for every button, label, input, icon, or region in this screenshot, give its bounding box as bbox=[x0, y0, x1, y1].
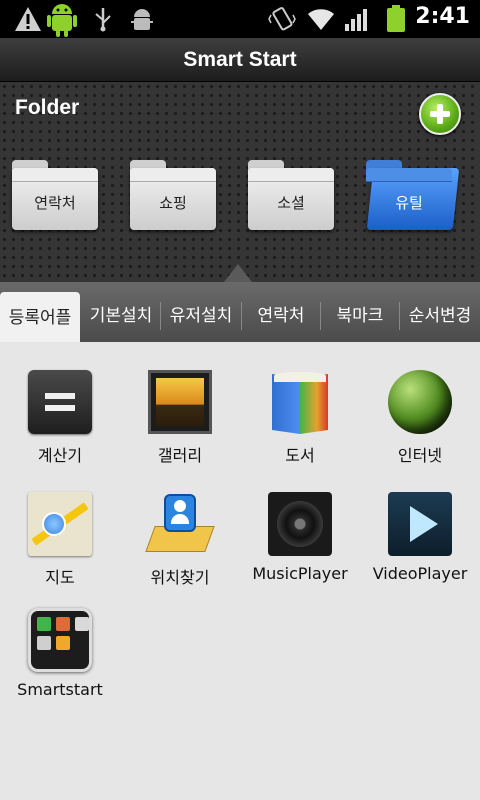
folder-shopping[interactable]: 쇼핑 bbox=[130, 160, 216, 230]
app-calculator[interactable]: 계산기 bbox=[0, 370, 120, 466]
calculator-icon bbox=[28, 370, 92, 434]
app-label: 도서 bbox=[285, 446, 315, 465]
vibrate-icon bbox=[268, 7, 296, 31]
globe-icon bbox=[388, 370, 452, 434]
wifi-icon bbox=[308, 9, 334, 31]
android-debug-icon bbox=[131, 9, 153, 30]
app-label: 인터넷 bbox=[397, 446, 443, 465]
clock: 2:41 bbox=[415, 4, 470, 29]
app-label: 지도 bbox=[45, 568, 75, 587]
app-books[interactable]: 도서 bbox=[240, 370, 360, 466]
smartstart-icon bbox=[28, 608, 92, 672]
app-music-player[interactable]: MusicPlayer bbox=[240, 492, 360, 583]
music-player-icon bbox=[268, 492, 332, 556]
folder-utilities[interactable]: 유틸 bbox=[366, 160, 460, 230]
app-label: VideoPlayer bbox=[372, 564, 468, 583]
app-label: 위치찾기 bbox=[150, 568, 210, 587]
folder-label: 소셜 bbox=[277, 194, 305, 212]
signal-icon bbox=[345, 9, 367, 31]
app-title: Smart Start bbox=[0, 38, 480, 82]
tab-reorder[interactable]: 순서변경 bbox=[400, 290, 480, 342]
tab-preinstalled[interactable]: 기본설치 bbox=[82, 290, 160, 342]
folder-social[interactable]: 소셜 bbox=[248, 160, 334, 230]
gallery-icon bbox=[148, 370, 212, 434]
add-folder-button[interactable] bbox=[419, 93, 461, 135]
folder-panel: Folder 연락처 쇼핑 소셜 유틸 bbox=[0, 82, 480, 282]
battery-icon bbox=[387, 5, 405, 32]
android-icon bbox=[47, 4, 77, 37]
app-internet[interactable]: 인터넷 bbox=[360, 370, 480, 466]
app-label: Smartstart bbox=[17, 680, 103, 699]
maps-icon bbox=[28, 492, 92, 556]
usb-icon bbox=[95, 8, 111, 32]
app-smartstart[interactable]: Smartstart bbox=[0, 608, 120, 699]
tab-contacts[interactable]: 연락처 bbox=[242, 290, 320, 342]
tab-registered-apps[interactable]: 등록어플 bbox=[0, 292, 80, 342]
app-maps[interactable]: 지도 bbox=[0, 492, 120, 588]
video-player-icon bbox=[388, 492, 452, 556]
folder-section-title: Folder bbox=[15, 96, 80, 119]
tab-user-installed[interactable]: 유저설치 bbox=[161, 290, 241, 342]
books-icon bbox=[268, 370, 332, 434]
folder-label: 연락처 bbox=[34, 194, 76, 212]
app-label: 계산기 bbox=[37, 446, 83, 465]
folder-label: 쇼핑 bbox=[159, 194, 187, 212]
status-bar: 2:41 bbox=[0, 0, 480, 38]
folder-label: 유틸 bbox=[395, 194, 423, 212]
folder-pointer bbox=[224, 264, 252, 282]
app-places[interactable]: 위치찾기 bbox=[120, 492, 240, 588]
app-gallery[interactable]: 갤러리 bbox=[120, 370, 240, 466]
app-video-player[interactable]: VideoPlayer bbox=[360, 492, 480, 583]
warning-icon bbox=[15, 7, 41, 31]
tab-bar: 등록어플 기본설치 유저설치 연락처 북마크 순서변경 bbox=[0, 282, 480, 342]
app-label: 갤러리 bbox=[157, 446, 203, 465]
folder-contacts[interactable]: 연락처 bbox=[12, 160, 98, 230]
tab-bookmarks[interactable]: 북마크 bbox=[321, 290, 399, 342]
app-label: MusicPlayer bbox=[252, 564, 348, 583]
places-icon bbox=[145, 492, 215, 556]
